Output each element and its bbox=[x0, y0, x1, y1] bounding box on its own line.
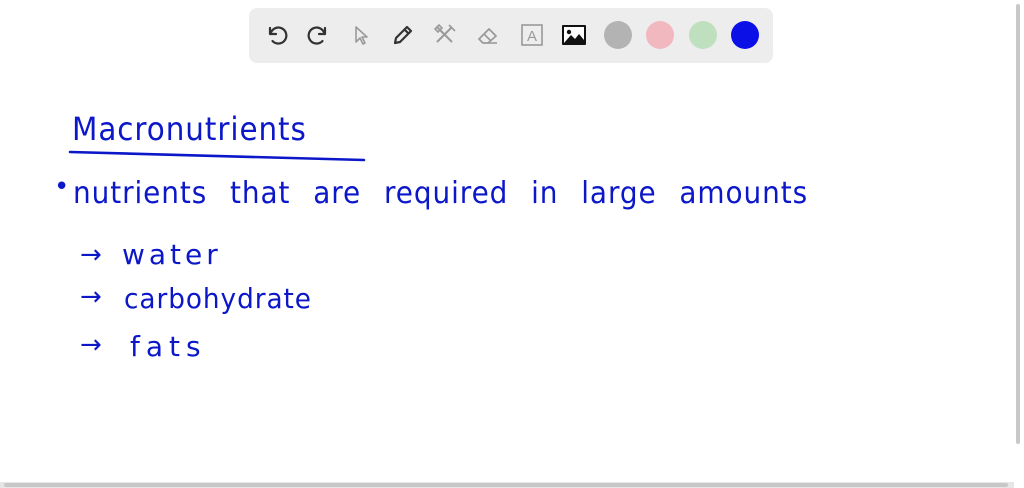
eraser-icon bbox=[478, 28, 497, 44]
list-item-arrow: → bbox=[80, 282, 103, 312]
horizontal-scrollbar-thumb[interactable] bbox=[4, 483, 1008, 487]
pointer-icon bbox=[355, 26, 368, 45]
color-swatch-blue[interactable] bbox=[731, 21, 759, 49]
redo-button[interactable] bbox=[303, 20, 333, 50]
text-tool-button[interactable]: A bbox=[517, 20, 547, 50]
drawing-toolbar: A bbox=[249, 8, 773, 63]
text-icon: A bbox=[521, 24, 543, 46]
note-title: Macronutrients bbox=[72, 110, 307, 148]
select-tool-button[interactable] bbox=[346, 20, 376, 50]
image-icon bbox=[562, 25, 586, 45]
color-swatch-green[interactable] bbox=[689, 21, 717, 49]
vertical-scrollbar-thumb[interactable] bbox=[1016, 4, 1020, 444]
list-item-fats: fats bbox=[130, 330, 207, 363]
eraser-tool-button[interactable] bbox=[473, 20, 503, 50]
color-swatch-gray[interactable] bbox=[604, 21, 632, 49]
definition-text: nutrients that are required in large amo… bbox=[73, 176, 809, 211]
tools-button[interactable] bbox=[430, 20, 460, 50]
horizontal-scrollbar[interactable] bbox=[0, 482, 1014, 488]
tools-icon bbox=[433, 23, 456, 43]
list-item-carbohydrate: carbohydrate bbox=[124, 282, 312, 315]
definition-bullet: • bbox=[54, 172, 71, 202]
title-underline bbox=[68, 150, 366, 162]
list-item-water: water bbox=[122, 238, 222, 271]
color-swatch-pink[interactable] bbox=[646, 21, 674, 49]
vertical-scrollbar[interactable] bbox=[1012, 0, 1024, 488]
whiteboard-canvas[interactable]: Macronutrients • nutrients that are requ… bbox=[0, 64, 1014, 482]
text-tool-glyph: A bbox=[527, 28, 537, 45]
list-item-arrow: → bbox=[80, 330, 103, 360]
image-tool-button[interactable] bbox=[559, 20, 589, 50]
undo-icon bbox=[268, 26, 288, 45]
undo-button[interactable] bbox=[262, 20, 292, 50]
pen-icon bbox=[393, 25, 413, 45]
list-item-arrow: → bbox=[80, 240, 103, 270]
redo-icon bbox=[307, 26, 327, 45]
pen-tool-button[interactable] bbox=[388, 20, 418, 50]
